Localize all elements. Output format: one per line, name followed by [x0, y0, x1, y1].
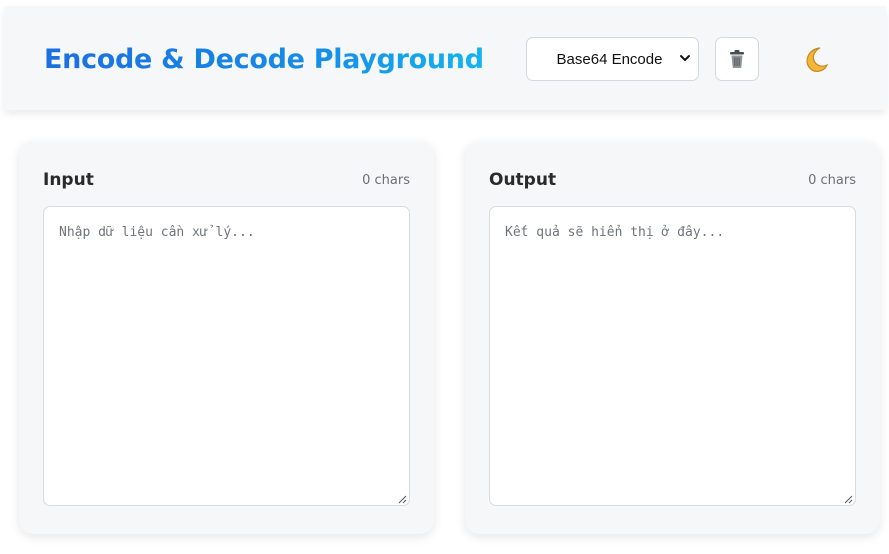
input-char-count: 0 chars	[362, 173, 410, 188]
output-panel-title: Output	[489, 170, 557, 190]
app-header: Encode & Decode Playground Base64 Encode	[4, 6, 886, 110]
chevron-down-icon	[680, 55, 690, 61]
mode-select[interactable]: Base64 Encode	[526, 37, 699, 81]
input-panel-title: Input	[43, 170, 94, 190]
input-textarea[interactable]	[43, 206, 410, 506]
trash-icon	[730, 50, 744, 68]
mode-select-value: Base64 Encode	[556, 50, 663, 68]
resize-handle-icon[interactable]	[843, 494, 853, 504]
output-char-count: 0 chars	[808, 173, 856, 188]
output-textarea[interactable]	[489, 206, 856, 506]
resize-handle-icon[interactable]	[397, 494, 407, 504]
theme-toggle-button[interactable]	[795, 40, 835, 80]
page-title: Encode & Decode Playground	[44, 44, 484, 75]
clear-button[interactable]	[715, 37, 759, 81]
moon-icon	[806, 47, 829, 72]
output-panel: Output 0 chars	[465, 141, 880, 534]
input-panel: Input 0 chars	[19, 141, 434, 534]
